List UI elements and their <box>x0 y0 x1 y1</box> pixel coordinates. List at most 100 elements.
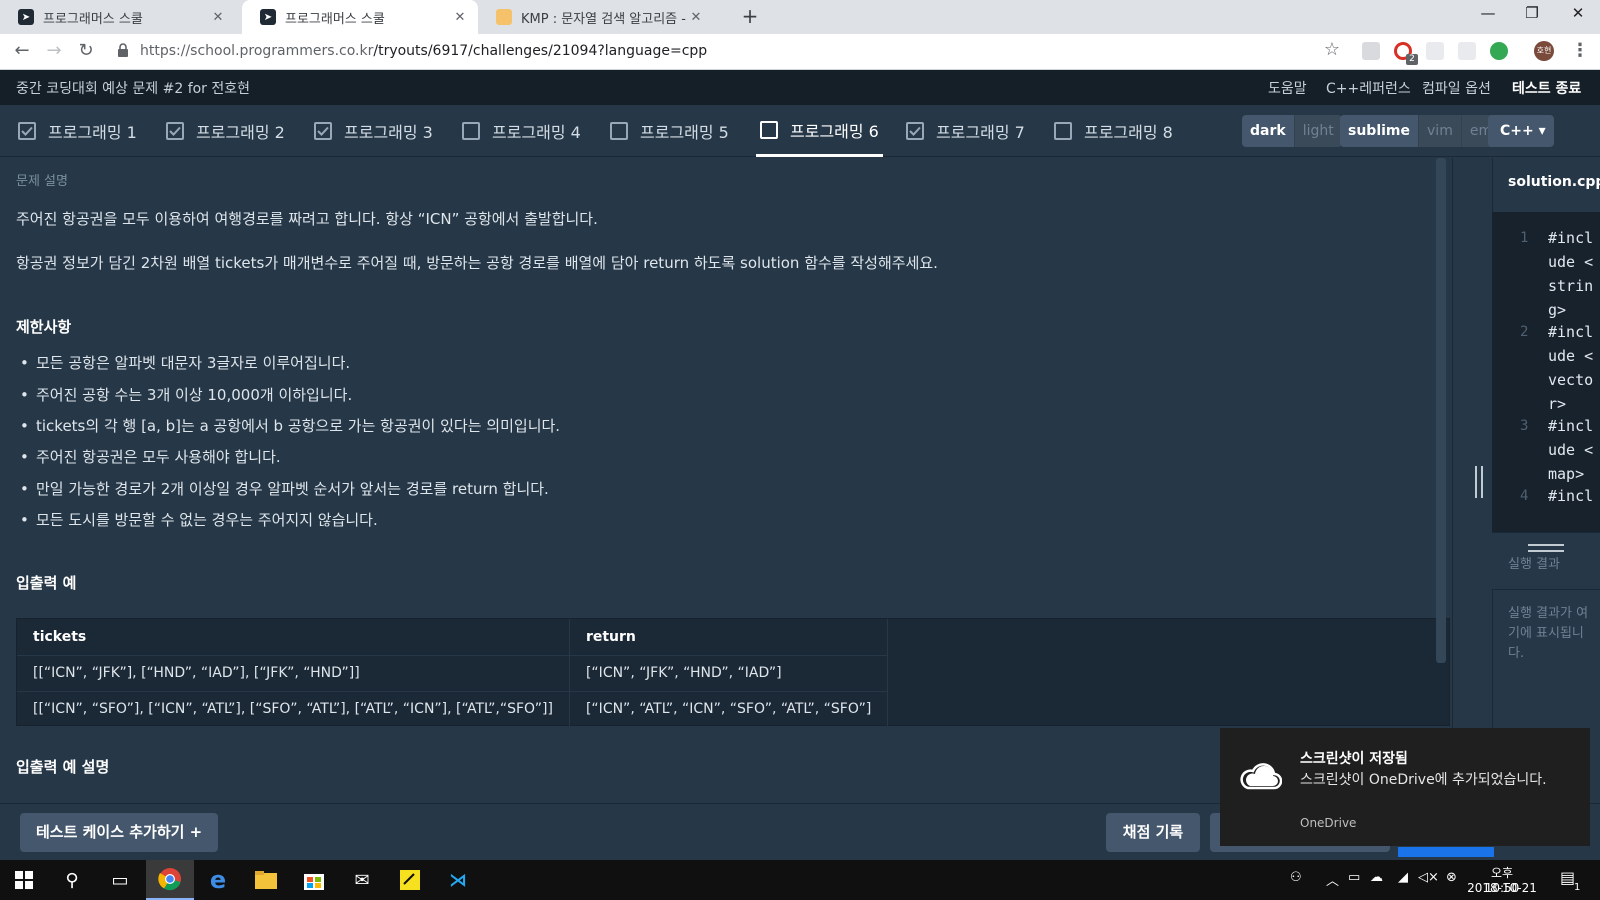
compile-options-link[interactable]: 컴파일 옵션 <box>1422 78 1491 98</box>
unchecked-checkbox-icon <box>760 120 778 139</box>
content-scrollbar[interactable] <box>1436 158 1446 663</box>
wifi-icon[interactable]: ◢ <box>1398 870 1408 885</box>
extension-icon[interactable] <box>1426 42 1444 60</box>
panel-splitter[interactable] <box>1452 158 1472 803</box>
search-icon[interactable]: ⚲ <box>48 860 96 900</box>
tab-programming-1[interactable]: 프로그래밍 1 <box>18 105 137 157</box>
task-view-icon[interactable]: ▭ <box>96 860 144 900</box>
line-number: 1 <box>1520 230 1529 246</box>
tab-label: 프로그래밍 8 <box>1084 123 1173 142</box>
code-line[interactable]: #include <string> <box>1548 226 1596 322</box>
drag-handle-icon[interactable] <box>1475 466 1483 498</box>
profile-avatar[interactable]: 호현 <box>1534 41 1554 61</box>
app-header: 중간 코딩대회 예상 문제 #2 for 전호현 도움말 C++레퍼런스 컴파일… <box>0 70 1600 105</box>
extension-icon[interactable] <box>1362 42 1380 60</box>
volume-muted-icon[interactable]: ◁× <box>1418 870 1439 885</box>
theme-dark-option[interactable]: dark <box>1242 115 1294 147</box>
table-cell: [[“ICN”, “JFK”], [“HND”, “IAD”], [“JFK”,… <box>17 655 570 692</box>
run-result-label: 실행 결과 <box>1508 557 1560 572</box>
tab-programming-4[interactable]: 프로그래밍 4 <box>462 105 581 157</box>
windows-start-icon[interactable] <box>0 860 48 900</box>
maximize-icon[interactable]: ❐ <box>1512 4 1552 22</box>
tab-programming-7[interactable]: 프로그래밍 7 <box>906 105 1025 157</box>
add-testcase-button[interactable]: 테스트 케이스 추가하기 + <box>20 813 219 852</box>
checked-checkbox-icon <box>906 122 924 140</box>
tab-programming-8[interactable]: 프로그래밍 8 <box>1054 105 1173 157</box>
end-test-button[interactable]: 테스트 종료 <box>1512 78 1581 98</box>
blog-favicon-icon <box>496 9 512 25</box>
address-bar: ← → ↻ https://school.programmers.co.kr/t… <box>0 34 1600 70</box>
url-host: https://school.programmers.co.kr <box>140 43 374 59</box>
checked-checkbox-icon <box>18 122 36 140</box>
language-select[interactable]: C++ ▾ <box>1488 115 1554 147</box>
tab-label: 프로그래밍 7 <box>936 123 1025 142</box>
battery-icon[interactable]: ▭ <box>1348 870 1360 885</box>
keymap-vim-option[interactable]: vim <box>1418 115 1461 147</box>
section-label: 문제 설명 <box>16 174 68 189</box>
code-line[interactable]: #incl <box>1548 484 1596 508</box>
tab-programming-3[interactable]: 프로그래밍 3 <box>314 105 433 157</box>
ime-icon[interactable]: ⊗ <box>1446 870 1457 885</box>
chevron-up-icon[interactable]: ︿ <box>1326 870 1339 889</box>
file-explorer-icon[interactable] <box>242 860 290 900</box>
vscode-icon[interactable]: ⋊ <box>434 860 482 900</box>
people-icon[interactable]: ⚇ <box>1290 870 1302 885</box>
onedrive-cloud-icon <box>1240 763 1282 790</box>
new-tab-icon[interactable]: + <box>738 4 762 28</box>
cpp-reference-link[interactable]: C++레퍼런스 <box>1326 78 1411 98</box>
lock-icon <box>118 43 128 57</box>
browser-tab-2[interactable]: ➤ 프로그래머스 스쿨 ✕ <box>242 0 478 34</box>
forward-icon[interactable]: → <box>42 40 66 61</box>
tab-programming-2[interactable]: 프로그래밍 2 <box>166 105 285 157</box>
close-tab-icon[interactable]: ✕ <box>210 10 226 25</box>
theme-light-option[interactable]: light <box>1293 115 1342 147</box>
line-number: 2 <box>1520 324 1529 340</box>
tab-programming-6[interactable]: 프로그래밍 6 <box>756 105 883 157</box>
language-value: C++ <box>1500 123 1534 139</box>
extension-badge: 2 <box>1406 54 1418 65</box>
constraint-item: 주어진 항공권은 모두 사용해야 합니다. <box>20 446 281 467</box>
tab-title: 프로그래머스 스쿨 <box>285 11 385 27</box>
url-field[interactable]: https://school.programmers.co.kr/tryouts… <box>140 43 707 59</box>
unchecked-checkbox-icon <box>1054 122 1072 140</box>
toast-body: 스크린샷이 OneDrive에 추가되었습니다. <box>1300 772 1547 788</box>
unchecked-checkbox-icon <box>610 122 628 140</box>
reload-icon[interactable]: ↻ <box>74 40 98 61</box>
programmers-favicon-icon: ➤ <box>260 9 276 25</box>
browser-tab-strip: ➤ 프로그래머스 스쿨 ✕ ➤ 프로그래머스 스쿨 ✕ KMP : 문자열 검색… <box>0 0 1600 34</box>
tab-programming-5[interactable]: 프로그래밍 5 <box>610 105 729 157</box>
onedrive-tray-icon[interactable]: ☁ <box>1370 870 1383 885</box>
code-line[interactable]: #include <map> <box>1548 414 1596 486</box>
store-icon[interactable] <box>290 860 338 900</box>
keymap-sublime-option[interactable]: sublime <box>1340 115 1419 147</box>
sticky-notes-icon[interactable] <box>386 860 434 900</box>
toast-notification[interactable]: 스크린샷이 저장됨 스크린샷이 OneDrive에 추가되었습니다. OneDr… <box>1220 728 1590 846</box>
bookmark-star-icon[interactable]: ☆ <box>1320 39 1344 60</box>
grading-log-button[interactable]: 채점 기록 <box>1106 813 1200 852</box>
close-window-icon[interactable]: ✕ <box>1558 4 1598 22</box>
close-tab-icon[interactable]: ✕ <box>688 10 704 25</box>
constraint-item: 모든 도시를 방문할 수 없는 경우는 주어지지 않습니다. <box>20 509 378 530</box>
edge-icon[interactable]: e <box>194 860 242 900</box>
drag-handle-icon[interactable] <box>1528 544 1564 552</box>
chrome-icon[interactable] <box>146 860 194 900</box>
extension-icon[interactable] <box>1458 42 1476 60</box>
browser-tab-1[interactable]: ➤ 프로그래머스 스쿨 ✕ <box>0 0 236 34</box>
table-cell: [[“ICN”, “SFO”], [“ICN”, “ATL”], [“SFO”,… <box>17 691 570 728</box>
notification-count: 1 <box>1574 882 1581 893</box>
code-line[interactable]: #include <vector> <box>1548 320 1596 416</box>
constraint-item: 만일 가능한 경로가 2개 이상일 경우 알파벳 순서가 앞서는 경로를 ret… <box>20 478 549 499</box>
action-center-icon[interactable]: ▤ <box>1560 868 1575 887</box>
io-example-heading: 입출력 예 <box>16 574 77 592</box>
submit-button[interactable] <box>1398 847 1494 857</box>
table-row: [[“ICN”, “JFK”], [“HND”, “IAD”], [“JFK”,… <box>17 655 889 692</box>
back-icon[interactable]: ← <box>10 40 34 61</box>
browser-menu-icon[interactable]: ⋮ <box>1568 40 1592 61</box>
help-link[interactable]: 도움말 <box>1268 78 1307 98</box>
grammarly-icon[interactable] <box>1490 42 1508 60</box>
mail-icon[interactable]: ✉ <box>338 860 386 900</box>
clock-date[interactable]: 2018-10-21 <box>1466 881 1538 895</box>
close-tab-icon[interactable]: ✕ <box>452 10 468 25</box>
browser-tab-3[interactable]: KMP : 문자열 검색 알고리즘 - 5 ✕ <box>478 0 714 34</box>
minimize-icon[interactable]: — <box>1468 4 1508 22</box>
